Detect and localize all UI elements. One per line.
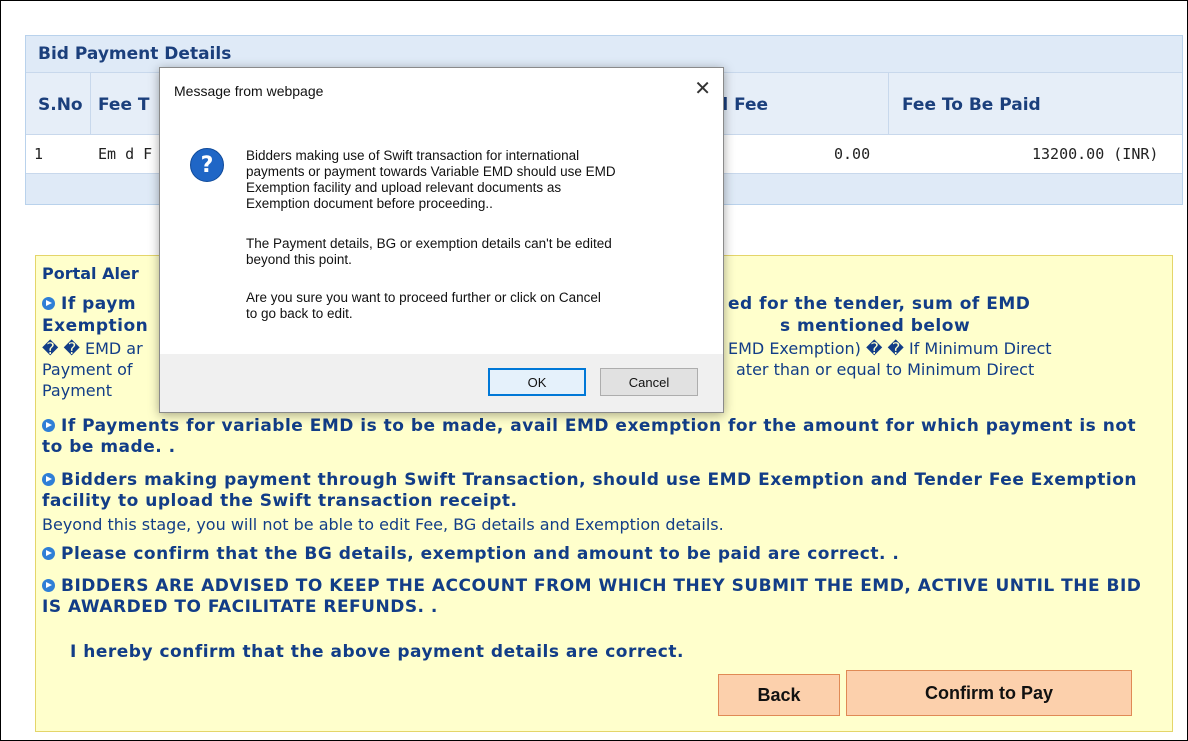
page-frame: Bid Payment Details S.No Fee T d Fee Fee…: [0, 0, 1188, 741]
cell-sno: 1: [34, 145, 44, 163]
dialog-message-swift: Bidders making use of Swift transaction …: [246, 148, 616, 211]
back-button[interactable]: Back: [718, 674, 840, 716]
bullet-arrow-icon: [42, 579, 55, 592]
close-icon[interactable]: ✕: [694, 76, 711, 100]
cell-fee-type: Em d F: [98, 145, 153, 163]
alert-item-account-active: BIDDERS ARE ADVISED TO KEEP THE ACCOUNT …: [42, 576, 1142, 617]
alert-text-line: Beyond this stage, you will not be able …: [42, 515, 724, 534]
bullet-arrow-icon: [42, 419, 55, 432]
dialog-message-confirm: Are you sure you want to proceed further…: [246, 290, 601, 321]
alert-item-confirm-bg: Please confirm that the BG details, exem…: [42, 544, 1162, 565]
header-sno: S.No: [38, 95, 83, 115]
bullet-arrow-icon: [42, 297, 55, 310]
question-icon: ?: [190, 148, 224, 182]
portal-alert-title: Portal Aler: [42, 264, 139, 283]
bullet-arrow-icon: [42, 473, 55, 486]
alert-item-variable-emd: If Payments for variable EMD is to be ma…: [42, 416, 1137, 457]
dialog-message-edit: The Payment details, BG or exemption det…: [246, 236, 612, 267]
bid-panel-title: Bid Payment Details: [38, 44, 232, 64]
dialog-title: Message from webpage: [174, 83, 324, 99]
header-fee-to-be-paid: Fee To Be Paid: [902, 95, 1041, 115]
confirm-to-pay-button[interactable]: Confirm to Pay: [846, 670, 1132, 716]
header-fee-type: Fee T: [98, 95, 150, 115]
message-dialog: Message from webpage ✕ ? Bidders making …: [159, 67, 724, 413]
alert-item-swift: Bidders making payment through Swift Tra…: [42, 470, 1137, 511]
cancel-button[interactable]: Cancel: [600, 368, 698, 396]
bullet-arrow-icon: [42, 547, 55, 560]
ok-button[interactable]: OK: [488, 368, 586, 396]
cell-fee-to-be-paid: 13200.00 (INR): [1032, 145, 1159, 163]
confirmation-text: I hereby confirm that the above payment …: [70, 642, 684, 662]
dialog-footer: OK Cancel: [160, 354, 723, 412]
cell-paid-fee: 0.00: [834, 145, 871, 163]
